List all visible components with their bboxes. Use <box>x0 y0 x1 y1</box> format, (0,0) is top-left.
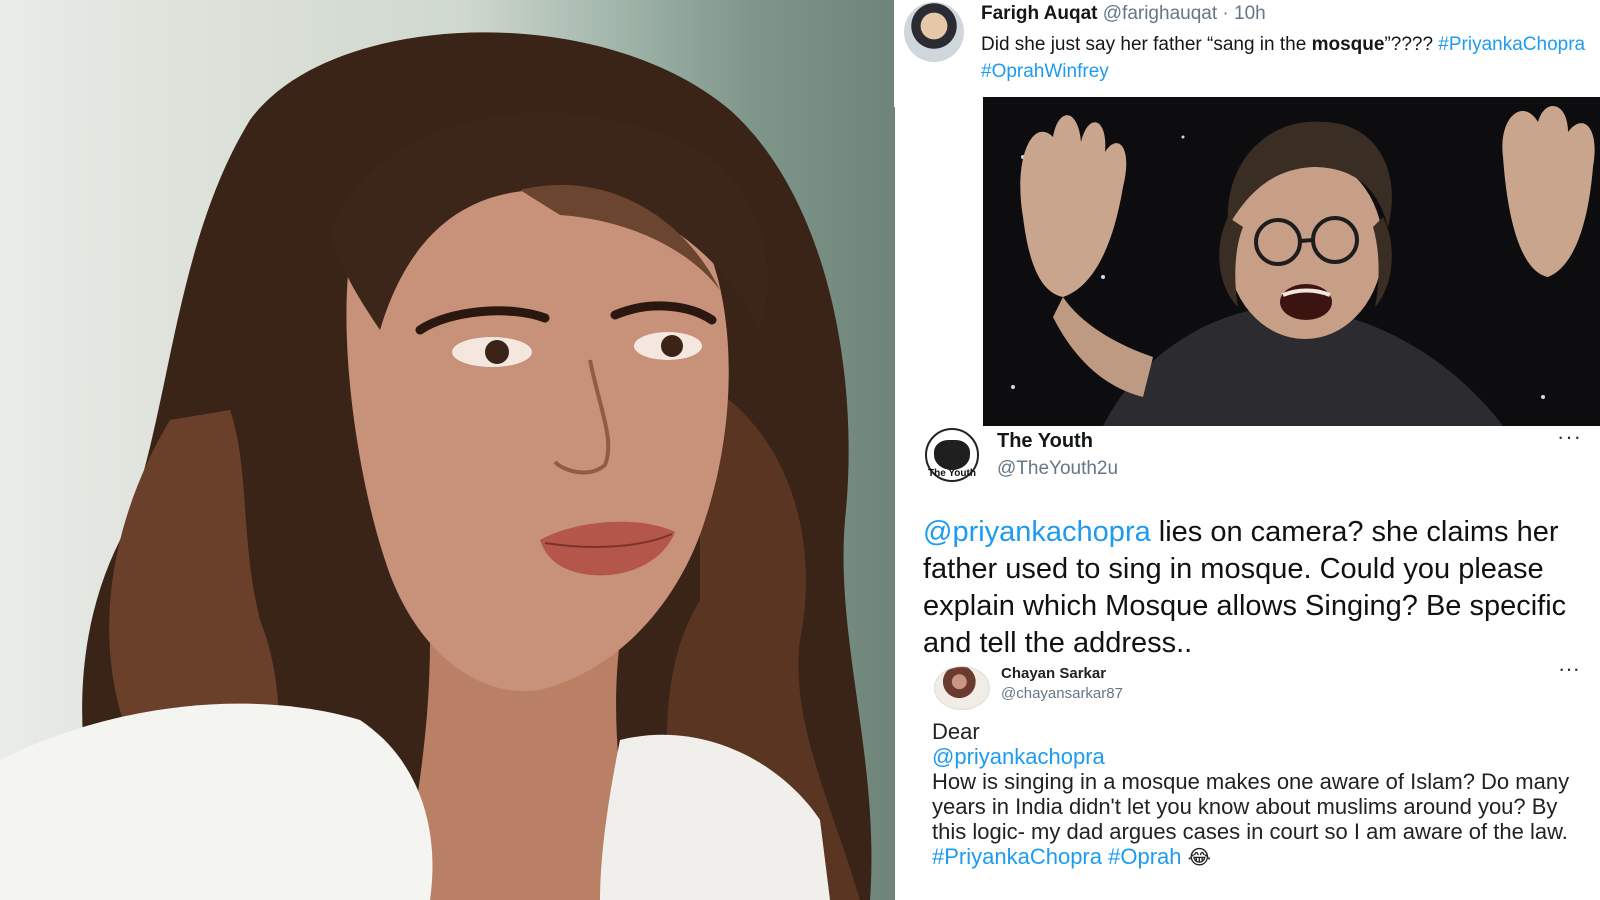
meme-illustration <box>983 97 1600 426</box>
author-name[interactable]: Farigh Auqat <box>981 3 1097 24</box>
hashtag-oprahwinfrey[interactable]: #OprahWinfrey <box>981 61 1109 82</box>
tweet-time: · 10h <box>1222 3 1266 24</box>
tweet-text-part: ”???? <box>1384 34 1439 55</box>
portrait-photo <box>0 0 895 900</box>
laughing-emoji-icon: 😂 <box>1187 847 1211 869</box>
tweet-text-bold: mosque <box>1311 34 1385 55</box>
tweet-the-youth[interactable]: The Youth The Youth @TheYouth2u ··· @pri… <box>920 428 1600 660</box>
tweet-text-part: Did she just say her father “sang in the <box>981 34 1312 55</box>
meme-image <box>983 97 1600 426</box>
author-name[interactable]: Chayan Sarkar <box>1001 665 1106 682</box>
hashtag-priyankachopra[interactable]: #PriyankaChopra <box>932 844 1102 869</box>
hashtag-priyankachopra[interactable]: #PriyankaChopra <box>1438 34 1585 55</box>
tweet-text-part: How is singing in a mosque makes one awa… <box>932 769 1570 844</box>
tweet-farigh-auqat[interactable]: Farigh Auqat @farighauqat · 10h Did she … <box>894 0 1600 107</box>
author-handle[interactable]: @chayansarkar87 <box>1001 685 1123 702</box>
portrait-illustration <box>0 32 872 900</box>
hashtag-line: #PriyankaChopra #Oprah 😂 <box>932 844 1592 871</box>
mention-priyankachopra[interactable]: @priyankachopra <box>932 744 1592 769</box>
author-name[interactable]: The Youth <box>997 430 1093 453</box>
tweet-text: Dear @priyankachopra How is singing in a… <box>932 719 1592 871</box>
avatar[interactable] <box>934 666 990 710</box>
shield-icon <box>934 440 970 470</box>
more-options-icon[interactable]: ··· <box>1557 428 1582 450</box>
author-handle[interactable]: @TheYouth2u <box>997 458 1118 480</box>
avatar-caption: The Youth <box>928 468 976 479</box>
more-options-icon[interactable]: ··· <box>1558 660 1580 682</box>
tweet-header: Farigh Auqat @farighauqat · 10h <box>981 3 1266 25</box>
greeting-text: Dear <box>932 719 980 744</box>
avatar[interactable] <box>904 2 964 62</box>
author-handle[interactable]: @farighauqat <box>1103 3 1217 24</box>
tweet-chayan-sarkar[interactable]: Chayan Sarkar @chayansarkar87 ··· Dear @… <box>920 660 1600 900</box>
hashtag-oprah[interactable]: #Oprah <box>1108 844 1181 869</box>
tweet-text: @priyankachopra lies on camera? she clai… <box>923 514 1593 660</box>
mention-priyankachopra[interactable]: @priyankachopra <box>923 516 1151 548</box>
tweet-text: Did she just say her father “sang in the… <box>981 31 1596 85</box>
